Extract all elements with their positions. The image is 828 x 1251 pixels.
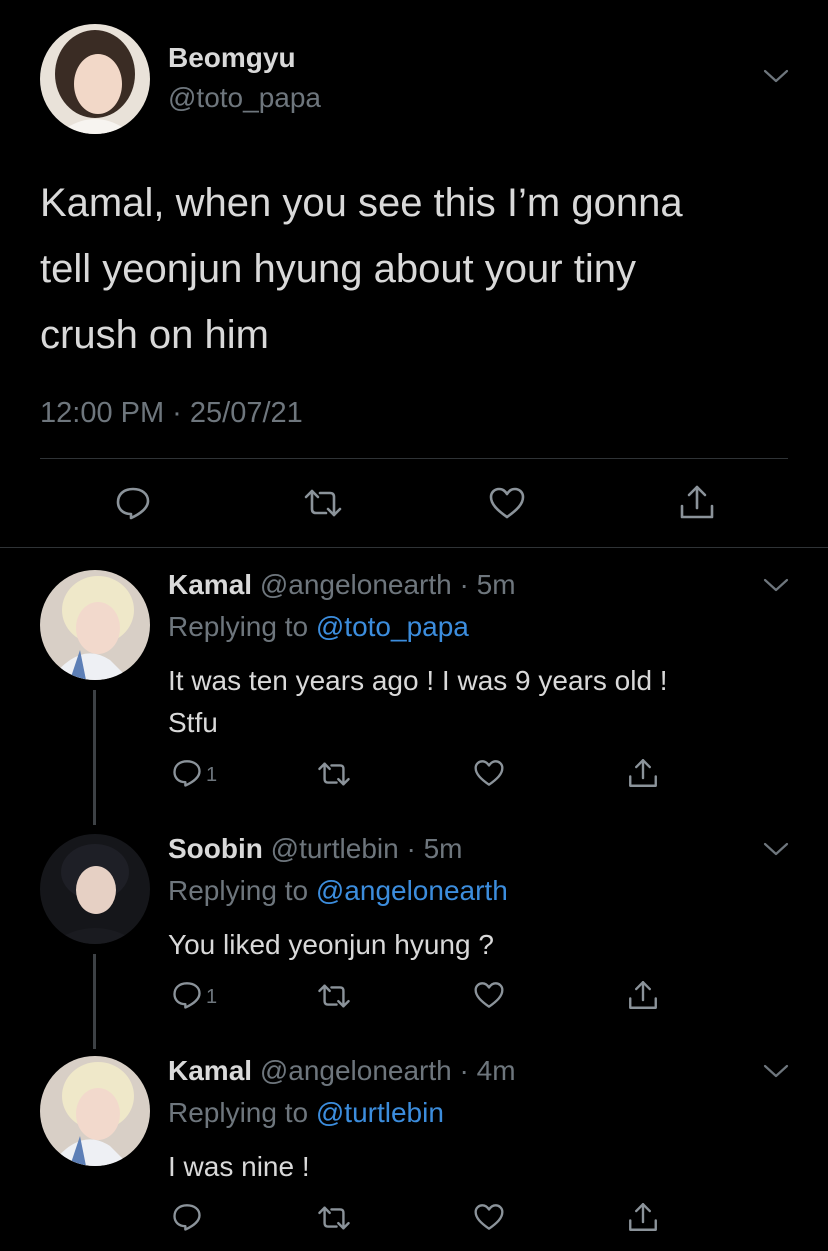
reply-text-line: Stfu [168,707,218,738]
reply-text: It was ten years ago ! I was 9 years old… [168,660,668,744]
reply-text-line: You liked yeonjun hyung ? [168,929,494,960]
replying-to-prefix: Replying to [168,875,309,906]
reply-time[interactable]: · 5m [406,833,462,864]
main-tweet-line: crush on him [40,313,269,357]
share-icon[interactable] [677,482,717,522]
retweet-icon[interactable] [316,982,352,1010]
like-icon[interactable] [472,1202,506,1232]
reply-icon[interactable] [171,980,203,1010]
section-divider [0,547,828,548]
avatar-kamal[interactable] [40,570,150,680]
replying-to-prefix: Replying to [168,1097,309,1128]
reply-header: Soobin @turtlebin · 5m [168,833,462,865]
reply-display-name[interactable]: Kamal [168,1055,252,1086]
main-timestamp: 12:00 PM · 25/07/21 [40,397,303,429]
chevron-down-icon[interactable] [762,66,790,86]
reply-handle[interactable]: @angelonearth [260,1055,452,1086]
reply-text-line: It was ten years ago ! I was 9 years old… [168,665,668,696]
reply-header: Kamal @angelonearth · 5m [168,569,516,601]
main-tweet-line: Kamal, when you see this I’m gonna [40,181,683,225]
avatar-beomgyu[interactable] [40,24,150,134]
replying-to-link[interactable]: @turtlebin [316,1097,444,1128]
share-icon[interactable] [626,756,660,790]
reply-icon[interactable] [114,485,152,521]
chevron-down-icon[interactable] [762,839,790,859]
reply-time[interactable]: · 5m [460,569,516,600]
main-divider [40,458,788,459]
reply-display-name[interactable]: Kamal [168,569,252,600]
reply-count: 1 [206,986,218,1008]
replying-to-link[interactable]: @toto_papa [316,611,469,642]
chevron-down-icon[interactable] [762,1061,790,1081]
replying-to-link[interactable]: @angelonearth [316,875,508,906]
main-tweet-line: tell yeonjun hyung about your tiny [40,247,636,291]
like-icon[interactable] [487,485,527,521]
main-tweet-text: Kamal, when you see this I’m gonna tell … [40,170,683,368]
retweet-icon[interactable] [316,1204,352,1232]
replying-to: Replying to @toto_papa [168,611,469,643]
share-icon[interactable] [626,978,660,1012]
share-icon[interactable] [626,1200,660,1234]
main-display-name[interactable]: Beomgyu [168,42,296,74]
reply-count: 1 [206,764,218,786]
like-icon[interactable] [472,758,506,788]
reply-icon[interactable] [171,1202,203,1232]
reply-time[interactable]: · 4m [460,1055,516,1086]
retweet-icon[interactable] [316,760,352,788]
main-handle[interactable]: @toto_papa [168,82,321,114]
replying-to-prefix: Replying to [168,611,309,642]
like-icon[interactable] [472,980,506,1010]
chevron-down-icon[interactable] [762,575,790,595]
reply-text: I was nine ! [168,1146,310,1188]
reply-text-line: I was nine ! [168,1151,310,1182]
replying-to: Replying to @turtlebin [168,1097,444,1129]
reply-icon[interactable] [171,758,203,788]
thread-line [93,690,96,825]
reply-display-name[interactable]: Soobin [168,833,263,864]
retweet-icon[interactable] [302,487,344,519]
reply-handle[interactable]: @turtlebin [271,833,399,864]
replying-to: Replying to @angelonearth [168,875,508,907]
avatar-soobin[interactable] [40,834,150,944]
thread-line [93,954,96,1049]
reply-handle[interactable]: @angelonearth [260,569,452,600]
reply-text: You liked yeonjun hyung ? [168,924,494,966]
avatar-kamal[interactable] [40,1056,150,1166]
reply-header: Kamal @angelonearth · 4m [168,1055,516,1087]
